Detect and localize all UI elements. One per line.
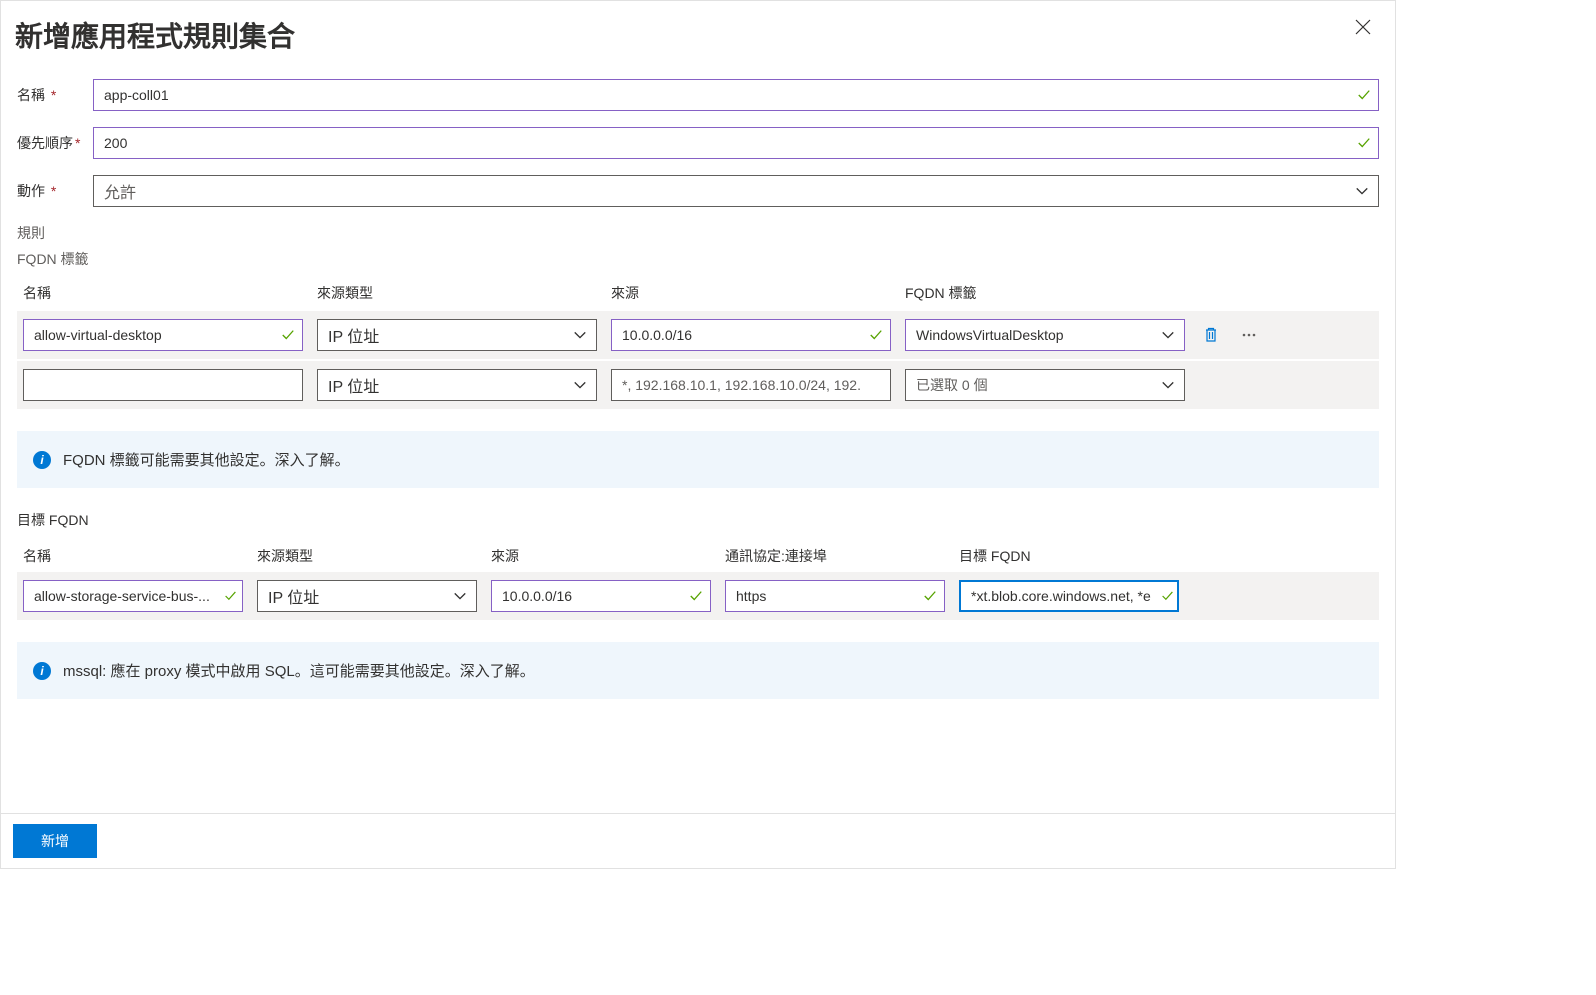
add-button[interactable]: 新增: [13, 824, 97, 858]
col-protocol-port: 通訊協定:連接埠: [725, 546, 945, 566]
more-rule-button[interactable]: [1237, 319, 1261, 351]
name-input[interactable]: [93, 79, 1379, 111]
col-name: 名稱: [23, 283, 303, 303]
rule-name-input[interactable]: [23, 319, 303, 351]
info-icon: i: [33, 451, 51, 469]
col-source: 來源: [491, 546, 711, 566]
col-source-type: 來源類型: [257, 546, 477, 566]
priority-input[interactable]: [93, 127, 1379, 159]
col-fqdn-tags: FQDN 標籤: [905, 283, 1185, 303]
rules-section-label: 規則: [17, 223, 1379, 243]
fqdn-info-box: i FQDN 標籤可能需要其他設定。深入了解。: [17, 431, 1379, 488]
close-button[interactable]: [1351, 15, 1375, 39]
rule-fqdn-tags-select[interactable]: WindowsVirtualDesktop: [905, 319, 1185, 351]
fqdn-rule-row: IP 位址 已選取 0 個: [17, 361, 1379, 409]
rule-fqdn-tags-select[interactable]: 已選取 0 個: [905, 369, 1185, 401]
col-target-fqdn: 目標 FQDN: [959, 546, 1179, 566]
target-fqdn-input[interactable]: [959, 580, 1179, 612]
fqdn-info-text: FQDN 標籤可能需要其他設定。深入了解。: [63, 449, 350, 470]
target-protocol-input[interactable]: [725, 580, 945, 612]
name-label: 名稱 *: [17, 85, 85, 105]
more-icon: [1241, 327, 1257, 343]
delete-rule-button[interactable]: [1199, 319, 1223, 351]
close-icon: [1355, 19, 1371, 35]
rule-name-input[interactable]: [23, 369, 303, 401]
fqdn-tags-section-label: FQDN 標籤: [17, 249, 1379, 269]
trash-icon: [1203, 327, 1219, 343]
target-source-input[interactable]: [491, 580, 711, 612]
col-source: 來源: [611, 283, 891, 303]
priority-label: 優先順序*: [17, 133, 85, 153]
target-source-type-select[interactable]: IP 位址: [257, 580, 477, 612]
target-rule-row: IP 位址: [17, 572, 1379, 620]
target-fqdn-section-label: 目標 FQDN: [17, 510, 1379, 530]
rule-source-type-select[interactable]: IP 位址: [317, 369, 597, 401]
action-select[interactable]: 允許: [93, 175, 1379, 207]
rule-source-input[interactable]: [611, 369, 891, 401]
action-label: 動作 *: [17, 181, 85, 201]
col-name: 名稱: [23, 546, 243, 566]
rule-source-type-select[interactable]: IP 位址: [317, 319, 597, 351]
col-source-type: 來源類型: [317, 283, 597, 303]
mssql-info-text: mssql: 應在 proxy 模式中啟用 SQL。這可能需要其他設定。深入了解…: [63, 660, 535, 681]
page-title: 新增應用程式規則集合: [15, 15, 295, 55]
fqdn-rule-row: IP 位址 WindowsVirtualDesktop: [17, 311, 1379, 359]
target-name-input[interactable]: [23, 580, 243, 612]
rule-source-input[interactable]: [611, 319, 891, 351]
info-icon: i: [33, 662, 51, 680]
mssql-info-box: i mssql: 應在 proxy 模式中啟用 SQL。這可能需要其他設定。深入…: [17, 642, 1379, 699]
